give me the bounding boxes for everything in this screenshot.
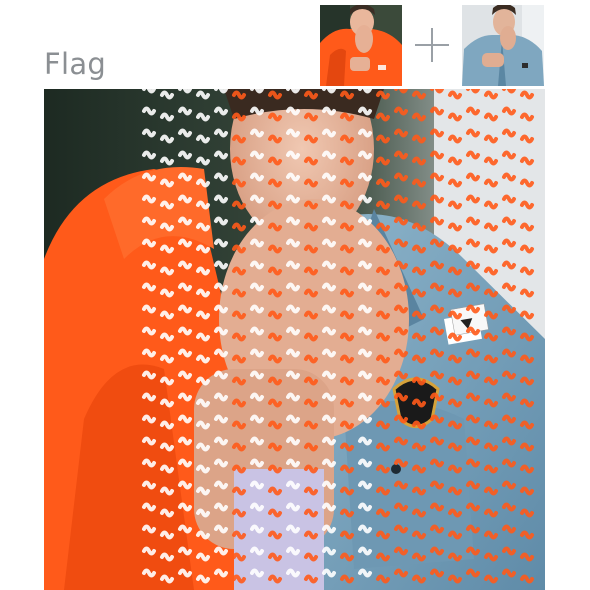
source-image-orange-hoodie[interactable] bbox=[320, 5, 402, 86]
result-preview-image bbox=[44, 89, 545, 590]
source-image-denim-jacket[interactable] bbox=[462, 5, 544, 86]
effect-title: Flag bbox=[44, 47, 107, 81]
effect-card: Flag bbox=[0, 0, 590, 590]
plus-icon bbox=[415, 28, 449, 62]
